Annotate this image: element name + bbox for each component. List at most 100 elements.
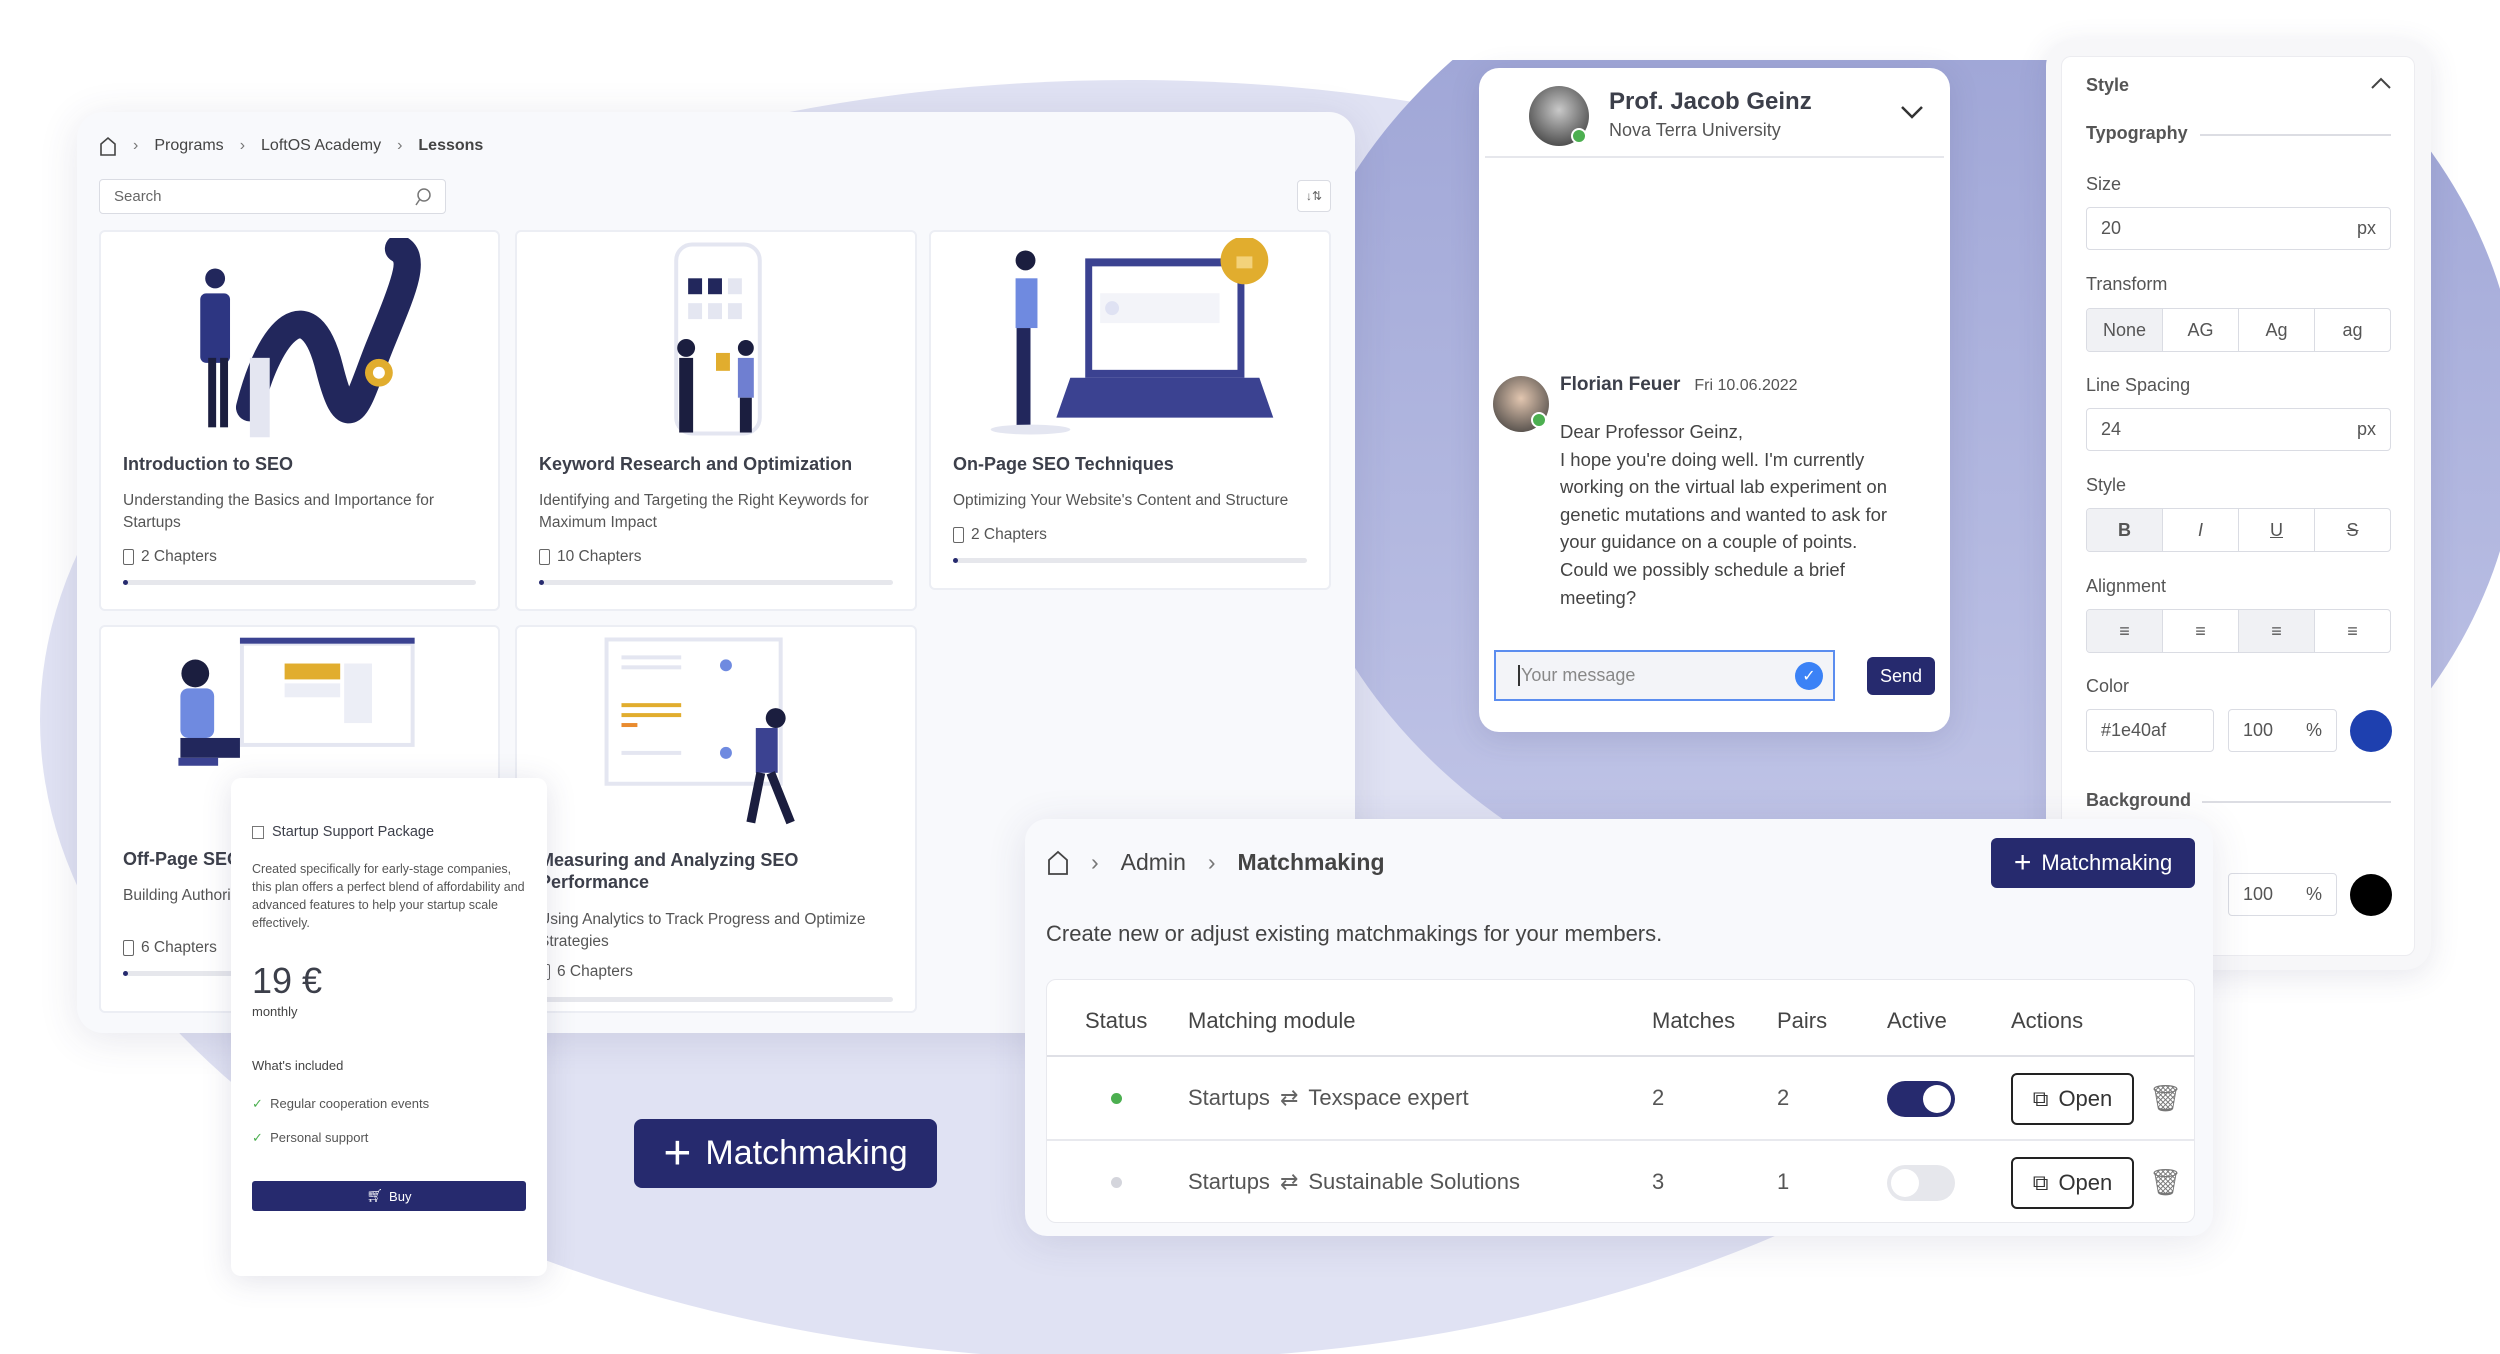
- contact-name: Prof. Jacob Geinz: [1609, 88, 1812, 115]
- matchmaking-panel: › Admin › Matchmaking + Matchmaking Create …: [1025, 819, 2213, 1236]
- check-circle-icon: ✓: [1795, 661, 1823, 690]
- message-date: Fri 10.06.2022: [1694, 377, 1798, 394]
- feature-item: ✓ Personal support: [252, 1130, 369, 1145]
- line-spacing-input[interactable]: 24 px: [2086, 408, 2391, 451]
- active-toggle[interactable]: [1887, 1081, 1955, 1117]
- matchmaking-description: Create new or adjust existing matchmakin…: [1046, 921, 1663, 946]
- included-heading: What's included: [252, 1058, 344, 1073]
- feature-item: ✓ Regular cooperation events: [252, 1096, 430, 1111]
- lesson-description: Optimizing Your Website's Content and St…: [953, 492, 1289, 509]
- column-module: Matching module: [1188, 1008, 1356, 1033]
- transform-capitalize[interactable]: Ag: [2239, 309, 2315, 351]
- buy-button[interactable]: 🛒︎ Buy: [252, 1181, 526, 1211]
- align-left-icon[interactable]: ≡: [2087, 610, 2163, 652]
- lesson-card[interactable]: Introduction to SEO Understanding the Ba…: [99, 230, 500, 611]
- analytics-illustration-icon: [604, 637, 795, 825]
- progress-fill: [123, 580, 128, 585]
- progress-bar: [539, 997, 893, 1002]
- trash-icon[interactable]: 🗑︎: [2149, 1167, 2182, 1198]
- breadcrumb-programs[interactable]: Programs: [154, 137, 223, 155]
- active-toggle[interactable]: [1887, 1165, 1955, 1201]
- breadcrumb-admin[interactable]: Admin: [1121, 849, 1186, 876]
- document-icon: [123, 549, 134, 565]
- lesson-card[interactable]: Measuring and Analyzing SEO Performance …: [515, 625, 917, 1013]
- chevron-up-icon[interactable]: [2370, 76, 2392, 90]
- cart-icon: 🛒︎: [366, 1188, 384, 1203]
- divider: [2202, 801, 2391, 803]
- price: 19 €: [252, 960, 323, 1001]
- transform-label: Transform: [2086, 274, 2168, 294]
- color-hex-input[interactable]: #1e40af: [2086, 709, 2214, 752]
- check-icon: ✓: [252, 1130, 263, 1145]
- keyword-illustration-icon: [674, 242, 762, 436]
- lesson-chapters: 6 Chapters: [539, 963, 633, 981]
- add-matchmaking-button[interactable]: + Matchmaking: [1991, 838, 2195, 888]
- matching-module: Startups ⇄ Sustainable Solutions: [1188, 1169, 1520, 1194]
- search-input[interactable]: Search: [99, 179, 446, 214]
- divider: [2200, 134, 2391, 136]
- text-style-segmented-control: B I U S: [2086, 508, 2391, 552]
- matchmaking-table: Status Matching module Matches Pairs Act…: [1046, 979, 2195, 1223]
- breadcrumb-matchmaking: Matchmaking: [1237, 849, 1385, 875]
- chevron-down-icon[interactable]: [1899, 104, 1925, 122]
- pricing-title: Startup Support Package: [272, 824, 435, 840]
- table-row: Startups ⇄ Sustainable Solutions 3 1 ⧉ Open…: [1047, 1141, 2194, 1225]
- add-matchmaking-button-large[interactable]: + Matchmaking: [634, 1119, 937, 1188]
- sort-button[interactable]: ↓⇅: [1297, 180, 1331, 212]
- color-swatch[interactable]: [2350, 710, 2392, 752]
- background-heading: Background: [2086, 790, 2192, 810]
- message-input[interactable]: Your message ✓: [1494, 650, 1835, 701]
- open-button[interactable]: ⧉ Open: [2011, 1073, 2134, 1125]
- lesson-chapters: 2 Chapters: [953, 526, 1047, 544]
- swap-arrows-icon: ⇄: [1279, 1169, 1299, 1194]
- transform-none[interactable]: None: [2087, 309, 2163, 351]
- home-icon[interactable]: [99, 136, 117, 156]
- send-button[interactable]: Send: [1867, 657, 1935, 695]
- progress-fill: [123, 971, 128, 976]
- open-button[interactable]: ⧉ Open: [2011, 1157, 2134, 1209]
- size-input[interactable]: 20 px: [2086, 207, 2391, 250]
- transform-uppercase[interactable]: AG: [2163, 309, 2239, 351]
- lesson-description: Understanding the Basics and Importance …: [123, 492, 435, 531]
- typography-heading: Typography: [2086, 123, 2188, 143]
- lesson-title: Off-Page SEO: [123, 849, 242, 869]
- sort-az-icon: ↓⇅: [1305, 189, 1323, 203]
- building-icon: [252, 825, 264, 839]
- lesson-chapters: 6 Chapters: [123, 939, 217, 957]
- swap-arrows-icon: ⇄: [1279, 1085, 1299, 1110]
- column-actions: Actions: [2011, 1008, 2084, 1033]
- matches-count: 2: [1652, 1085, 1665, 1110]
- align-justify-icon[interactable]: ≡: [2239, 610, 2315, 652]
- breadcrumb: › Admin › Matchmaking: [1047, 849, 1385, 876]
- progress-fill: [539, 580, 544, 585]
- lesson-card[interactable]: Keyword Research and Optimization Identi…: [515, 230, 917, 611]
- home-icon[interactable]: [1047, 850, 1069, 876]
- lesson-card[interactable]: On-Page SEO Techniques Optimizing Your W…: [929, 230, 1331, 590]
- trash-icon[interactable]: 🗑︎: [2149, 1083, 2182, 1114]
- transform-lowercase[interactable]: ag: [2315, 309, 2390, 351]
- column-active: Active: [1887, 1008, 1947, 1033]
- message-body: Dear Professor Geinz, I hope you're doing…: [1560, 421, 1888, 608]
- breadcrumb-academy[interactable]: LoftOS Academy: [261, 137, 381, 155]
- underline-button[interactable]: U: [2239, 509, 2315, 551]
- background-swatch[interactable]: [2350, 874, 2392, 916]
- lesson-title: On-Page SEO Techniques: [953, 454, 1174, 474]
- align-center-icon[interactable]: ≡: [2163, 610, 2239, 652]
- lesson-title: Introduction to SEO: [123, 454, 293, 474]
- document-icon: [953, 527, 964, 543]
- status-dot: [1111, 1177, 1122, 1188]
- color-opacity-input[interactable]: 100%: [2228, 709, 2337, 752]
- background-opacity-input[interactable]: 100%: [2228, 873, 2337, 916]
- align-right-icon[interactable]: ≡: [2315, 610, 2390, 652]
- strikethrough-button[interactable]: S: [2315, 509, 2390, 551]
- search-placeholder: Search: [114, 188, 162, 205]
- divider: [1485, 156, 1944, 158]
- lesson-title: Measuring and Analyzing SEO Performance: [539, 850, 799, 892]
- bold-button[interactable]: B: [2087, 509, 2163, 551]
- contact-org: Nova Terra University: [1609, 120, 1781, 140]
- italic-button[interactable]: I: [2163, 509, 2239, 551]
- search-icon: [415, 187, 431, 205]
- style-label: Style: [2086, 475, 2127, 495]
- message-placeholder: Your message: [1518, 665, 1635, 686]
- transform-segmented-control: None AG Ag ag: [2086, 308, 2391, 352]
